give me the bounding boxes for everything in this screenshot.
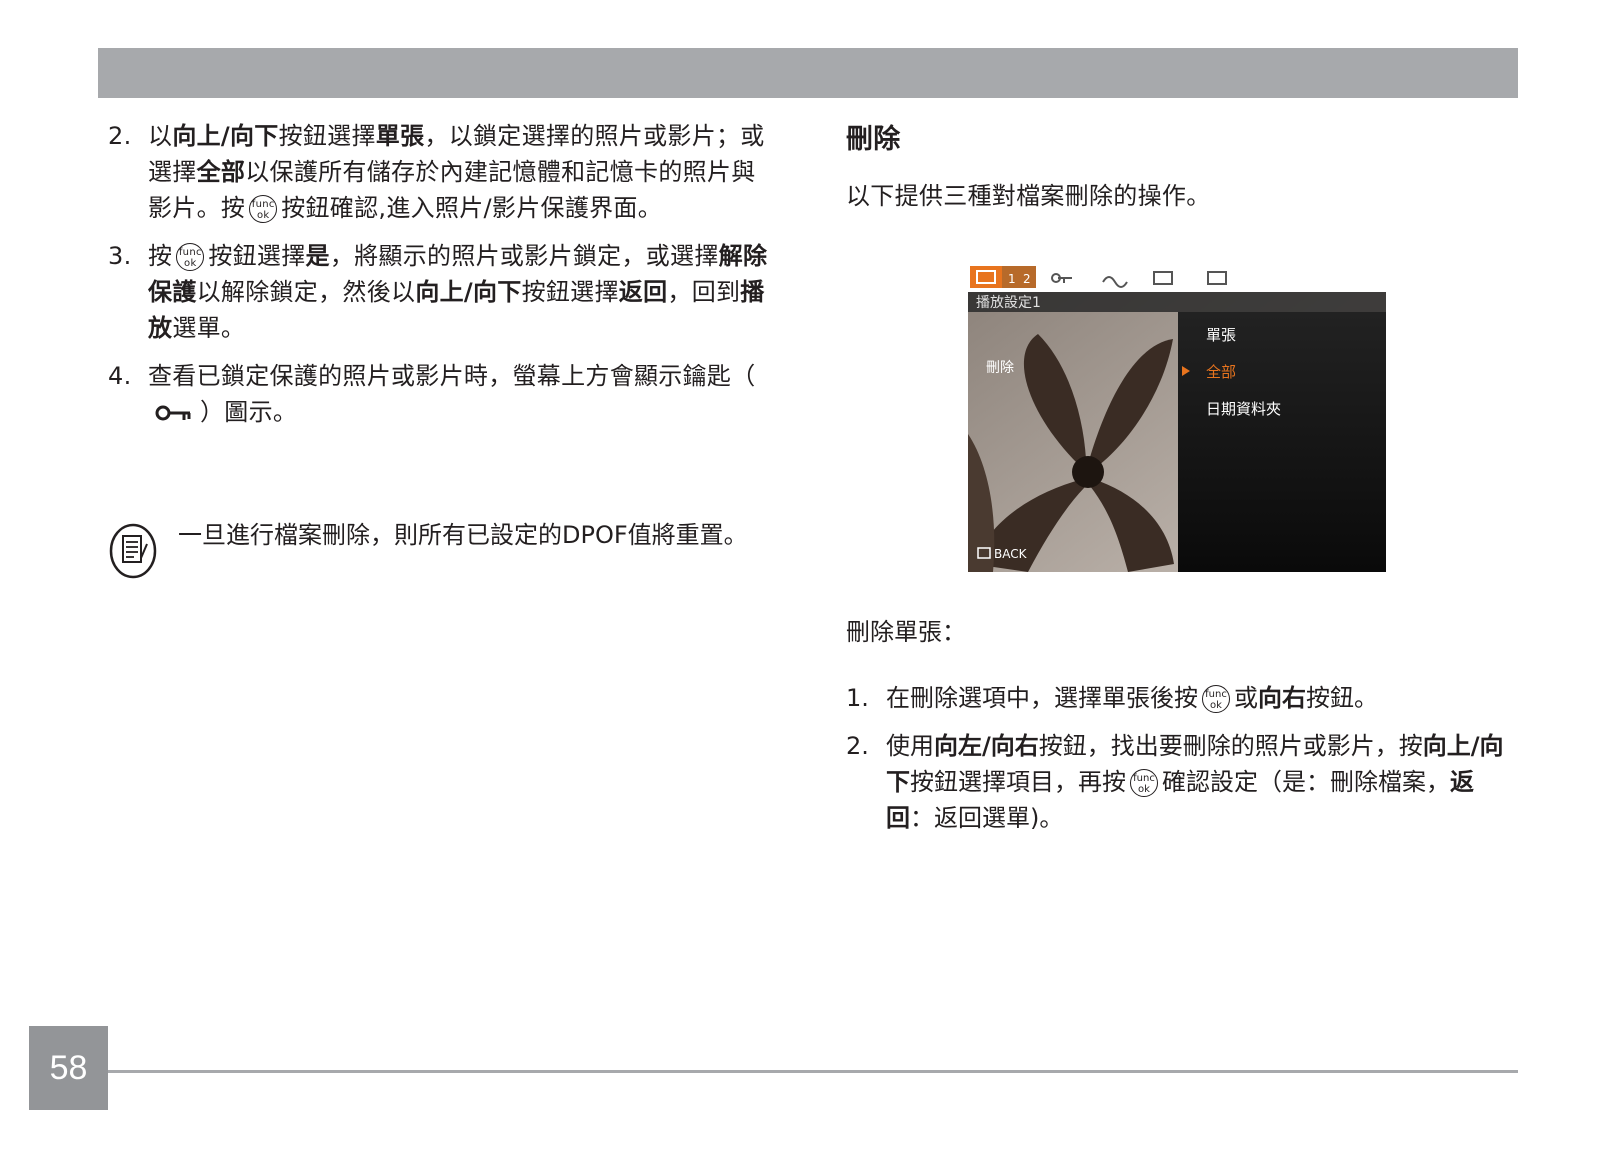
step-4-left: 4. 查看已鎖定保護的照片或影片時，螢幕上方會顯示鑰匙（ ）圖示。	[108, 358, 768, 430]
page-number-box: 58	[29, 1026, 108, 1110]
option-panel	[1178, 312, 1386, 572]
camera-screen: 1 2 播放設定1 刪除 單張 全部 日期資料夾 BACK	[968, 264, 1386, 572]
text: ，回到	[667, 278, 741, 306]
step-2-right: 2. 使用向左/向右按鈕，找出要刪除的照片或影片，按向上/向下按鈕選擇項目，再按…	[846, 728, 1518, 836]
option-all: 全部	[1206, 363, 1236, 381]
bold-text: 向左/向右	[934, 732, 1039, 760]
note-text: 一旦進行檔案刪除，則所有已設定的DPOF值將重置。	[178, 521, 748, 549]
step-number: 1.	[846, 684, 869, 712]
right-column: 刪除 以下提供三種對檔案刪除的操作。	[846, 118, 1518, 214]
tab-playback-icon	[970, 266, 1002, 288]
step-number: 2.	[108, 122, 132, 150]
step-1-right: 1. 在刪除選項中，選擇單張後按 func ok 或向右按鈕。	[846, 680, 1518, 716]
text: 在刪除選項中，選擇單張後按	[886, 684, 1198, 712]
text: 按鈕。	[1306, 684, 1378, 712]
section-title: 刪除	[846, 124, 901, 155]
footer-line	[108, 1070, 1518, 1073]
func-ok-icon: func ok	[1130, 769, 1158, 797]
text: ）圖示。	[200, 398, 298, 426]
key-lock-icon	[155, 405, 191, 421]
text: ，將顯示的照片或影片鎖定，或選擇	[329, 242, 719, 270]
back-label: BACK	[994, 547, 1028, 561]
right-steps: 1. 在刪除選項中，選擇單張後按 func ok 或向右按鈕。 2. 使用向左/向右按…	[846, 680, 1518, 848]
text: 使用	[886, 732, 934, 760]
bold-text: 返回	[618, 278, 668, 306]
step-number: 2.	[846, 732, 869, 760]
sub-title: 刪除單張：	[846, 618, 966, 646]
header-bar	[98, 48, 1518, 98]
text: 按	[148, 242, 173, 270]
option-single: 單張	[1206, 326, 1236, 344]
text: 按鈕選擇	[521, 278, 619, 306]
text: 按鈕，找出要刪除的照片或影片，按	[1038, 732, 1423, 760]
text: 或	[1234, 684, 1258, 712]
text: 按鈕選擇項目，再按	[910, 768, 1126, 796]
text: 按鈕選擇	[208, 242, 306, 270]
intro-text: 以下提供三種對檔案刪除的操作。	[846, 182, 1211, 210]
text: 查看已鎖定保護的照片或影片時，螢幕上方會顯示鑰匙（	[148, 362, 756, 390]
step-number: 3.	[108, 242, 132, 270]
step-number: 4.	[108, 362, 132, 390]
note-icon	[109, 523, 157, 579]
page-number: 58	[49, 1048, 88, 1087]
bold-text: 單張	[375, 122, 425, 150]
bold-text: 是	[305, 242, 330, 270]
step-2-left: 2. 以向上/向下按鈕選擇單張，以鎖定選擇的照片或影片；或選擇全部以保護所有儲存…	[108, 118, 768, 226]
option-date-folder: 日期資料夾	[1206, 400, 1281, 418]
note-box: 一旦進行檔案刪除，則所有已設定的DPOF值將重置。	[108, 518, 768, 579]
menu-label: 刪除	[986, 360, 1014, 376]
bold-text: 向上/向下	[172, 122, 279, 150]
func-ok-icon: func ok	[1202, 685, 1230, 713]
func-ok-icon: func ok	[249, 195, 278, 223]
camera-screen-illustration: 1 2 播放設定1 刪除 單張 全部 日期資料夾 BACK	[968, 264, 1386, 572]
text: 確認設定（是：刪除檔案，	[1162, 768, 1450, 796]
tab-title-label: 播放設定1	[976, 295, 1041, 311]
svg-text:2: 2	[1023, 272, 1031, 286]
svg-text:1: 1	[1008, 272, 1016, 286]
bold-text: 向上/向下	[415, 278, 522, 306]
text: 以	[148, 122, 173, 150]
text: 選單。	[172, 314, 246, 342]
func-ok-icon: func ok	[176, 243, 205, 271]
text: 按鈕確認,進入照片/影片保護界面。	[281, 194, 663, 222]
bold-text: 向右	[1258, 684, 1306, 712]
step-3-left: 3. 按 func ok 按鈕選擇是，將顯示的照片或影片鎖定，或選擇解除保護以解除鎖定…	[108, 238, 768, 346]
text: 以解除鎖定，然後以	[196, 278, 416, 306]
left-column: 2. 以向上/向下按鈕選擇單張，以鎖定選擇的照片或影片；或選擇全部以保護所有儲存…	[108, 118, 768, 442]
text: 按鈕選擇	[278, 122, 376, 150]
bold-text: 全部	[196, 158, 246, 186]
text: ：返回選單)。	[910, 804, 1064, 832]
